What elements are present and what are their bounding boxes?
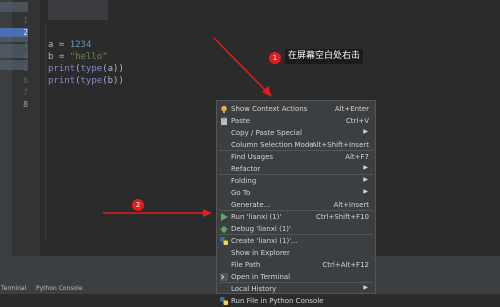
menu-item-run-lianxi-1[interactable]: Run 'lianxi (1)' Ctrl+Shift+F10 [217, 211, 375, 223]
menu-item-label: Run 'lianxi (1)' [231, 213, 282, 221]
menu-item-shortcut: Alt+Enter [334, 105, 369, 113]
menu-item-label: Local History [231, 285, 277, 293]
menu-item-shortcut: Alt+Insert [333, 201, 369, 209]
menu-item-label: Go To [231, 189, 251, 197]
blurred-tab[interactable] [48, 0, 108, 20]
code-token: (b)) [102, 76, 124, 86]
menu-item-label: Column Selection Mode [231, 141, 314, 149]
code-token: type [80, 76, 103, 86]
menu-icon-slot [220, 165, 228, 173]
run-icon [220, 213, 228, 221]
menu-item-label: Open in Terminal [231, 273, 291, 281]
submenu-arrow-icon: ▶ [363, 164, 368, 171]
code-token: (a)) [102, 64, 124, 74]
line-number: 8 [23, 100, 28, 109]
line-number: 4 [23, 52, 28, 61]
menu-item-label: Refactor [231, 165, 261, 173]
code-line[interactable]: print(type(a)) [48, 64, 124, 74]
tab-terminal[interactable]: Terminal [1, 285, 26, 292]
menu-item-shortcut: Ctrl+Shift+F10 [315, 213, 369, 221]
menu-item-shortcut: Ctrl+V [345, 117, 369, 125]
code-token: type [80, 64, 103, 74]
menu-item-label: Generate... [231, 201, 271, 209]
line-number: 3 [23, 40, 28, 49]
submenu-arrow-icon: ▶ [363, 284, 368, 291]
menu-item-label: Run File in Python Console [231, 297, 324, 305]
code-token: a = [48, 40, 70, 50]
menu-item-label: File Path [231, 261, 261, 269]
line-number: 2 [0, 28, 28, 37]
line-number: 6 [23, 76, 28, 85]
menu-item-shortcut: Ctrl+Alt+F12 [322, 261, 369, 269]
code-token: print [48, 64, 76, 74]
menu-icon-slot [220, 141, 228, 149]
menu-item-shortcut: Alt+Shift+Insert [311, 141, 369, 149]
code-token: print [48, 76, 76, 86]
menu-item-run-file-in-python-console[interactable]: Run File in Python Console [217, 295, 375, 307]
menu-item-go-to[interactable]: Go To ▶ [217, 187, 375, 199]
code-line[interactable]: print(type(b)) [48, 76, 124, 86]
menu-item-paste[interactable]: Paste Ctrl+V [217, 115, 375, 127]
menu-item-find-usages[interactable]: Find Usages Alt+F7 [217, 151, 375, 163]
menu-item-label: Copy / Paste Special [231, 129, 302, 137]
line-number: 1 [23, 16, 28, 25]
menu-item-label: Show Context Actions [231, 105, 308, 113]
indent-guide [45, 24, 46, 238]
arrow-2-head [203, 209, 212, 217]
hint-text: 在屏幕空白处右击 [285, 49, 363, 64]
menu-icon-slot [220, 153, 228, 161]
context-menu: Show Context Actions Alt+Enter Paste Ctrl+V… [216, 100, 376, 305]
menu-item-show-in-explorer[interactable]: Show in Explorer [217, 247, 375, 259]
menu-icon-slot [220, 189, 228, 197]
arrow-1 [213, 37, 267, 92]
code-line[interactable]: b = "hello" [48, 52, 108, 62]
menu-icon-slot [220, 285, 228, 293]
debug-icon [220, 225, 228, 233]
menu-item-copy-paste-special[interactable]: Copy / Paste Special ▶ [217, 127, 375, 139]
step-badge-1: 1 [269, 52, 281, 64]
paste-icon [220, 117, 228, 125]
line-number: 7 [23, 88, 28, 97]
tab-python-console[interactable]: Python Console [36, 285, 83, 292]
code-line[interactable]: a = 1234 [48, 40, 91, 50]
terminal-icon [220, 273, 228, 281]
menu-item-label: Find Usages [231, 153, 274, 161]
line-number: 5 [23, 64, 28, 73]
code-token: "hello" [69, 52, 108, 62]
menu-item-label: Create 'lianxi (1)'... [231, 237, 298, 245]
step-badge-2: 2 [132, 199, 144, 211]
menu-icon-slot [220, 201, 228, 209]
submenu-arrow-icon: ▶ [363, 128, 368, 135]
menu-icon-slot [220, 249, 228, 257]
python-icon [220, 297, 228, 305]
submenu-arrow-icon: ▶ [363, 176, 368, 183]
code-token: 1234 [69, 40, 92, 50]
menu-icon-slot [220, 261, 228, 269]
blurred-area [0, 2, 28, 12]
menu-item-label: Debug 'lianxi (1)' [231, 225, 291, 233]
menu-icon-slot [220, 177, 228, 185]
menu-item-file-path[interactable]: File Path Ctrl+Alt+F12 [217, 259, 375, 271]
menu-item-create-lianxi-1[interactable]: Create 'lianxi (1)'... [217, 235, 375, 247]
bulb-icon [220, 105, 228, 113]
arrow-1-head [262, 86, 272, 97]
menu-item-shortcut: Alt+F7 [345, 153, 369, 161]
menu-icon-slot [220, 129, 228, 137]
menu-item-label: Folding [231, 177, 257, 185]
editor-gutter [28, 0, 40, 256]
menu-item-show-context-actions[interactable]: Show Context Actions Alt+Enter [217, 103, 375, 115]
menu-item-local-history[interactable]: Local History ▶ [217, 283, 375, 295]
menu-item-label: Show in Explorer [231, 249, 290, 257]
code-token: b = [48, 52, 70, 62]
menu-item-folding[interactable]: Folding ▶ [217, 175, 375, 187]
python-icon [220, 237, 228, 245]
menu-item-label: Paste [231, 117, 250, 125]
submenu-arrow-icon: ▶ [363, 188, 368, 195]
